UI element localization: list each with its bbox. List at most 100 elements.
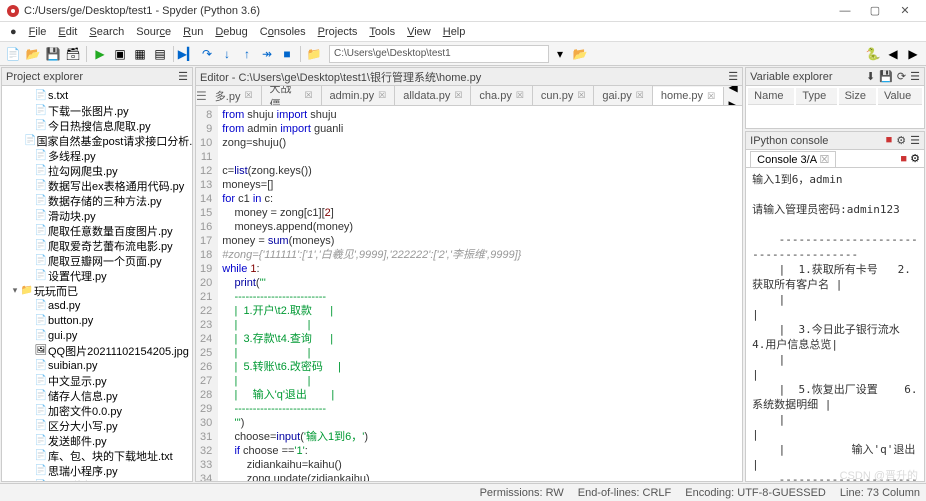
debug-icon[interactable]: ▶▎ [178,45,196,63]
step-in-icon[interactable]: ↓ [218,45,236,63]
menu-help[interactable]: Help [437,24,472,40]
tree-item[interactable]: 📄button.py [2,313,192,328]
tab-close-icon[interactable]: ☒ [378,90,386,101]
editor-options-icon[interactable]: ☰ [728,70,738,83]
stop-debug-icon[interactable]: ■ [278,45,296,63]
tab-close-icon[interactable]: ☒ [304,90,312,101]
tree-item[interactable]: 📄s.txt [2,88,192,103]
open-file-icon[interactable]: 📂 [24,45,42,63]
tree-item[interactable]: 📄爬取任意数量百度图片.py [2,223,192,238]
menu-source[interactable]: Source [130,24,177,40]
ve-import-icon[interactable]: ⬇ [866,70,875,83]
tree-item[interactable]: 📄拉勾网爬虫.py [2,163,192,178]
tree-item[interactable]: 📄数据存储的三种方法.py [2,193,192,208]
console-tab[interactable]: Console 3/A ☒ [750,151,836,167]
tab-close-icon[interactable]: ☒ [244,90,252,101]
tree-item[interactable]: 📄滑动块.py [2,208,192,223]
tree-item[interactable]: 📄asd.py [2,298,192,313]
close-button[interactable]: ✕ [890,1,920,21]
tree-item[interactable]: 📄爬取爱奇艺蕾布流电影.py [2,238,192,253]
tree-item[interactable]: 📄设置代理.py [2,268,192,283]
ipy-stop-icon[interactable]: ■ [886,134,893,147]
continue-icon[interactable]: ↠ [258,45,276,63]
tabs-list-icon[interactable]: ☰ [196,87,207,105]
tree-item[interactable]: 📄gui.py [2,328,192,343]
menu-consoles[interactable]: Consoles [254,24,312,40]
tree-item[interactable]: 🖼QQ图片20211102154205.jpg [2,343,192,358]
run-cell-advance-icon[interactable]: ▦ [131,45,149,63]
console-settings-icon[interactable]: ⚙ [910,153,920,165]
ve-save-icon[interactable]: 💾 [879,70,893,83]
code-content[interactable]: from shuju import shuju from admin impor… [218,106,525,481]
maximize-button[interactable]: ▢ [860,1,890,21]
tab-next-icon[interactable]: ▶ [724,96,742,107]
cwd-icon[interactable]: 📁 [305,45,323,63]
code-editor[interactable]: 8 9 10 11 12 13 14 15 16 17 18 19 20 21 … [196,106,742,481]
tab-close-icon[interactable]: ☒ [707,91,715,102]
variable-table[interactable]: Name Type Size Value [746,86,924,107]
tree-item[interactable]: 📄无限弹窗.py [2,478,192,481]
console-tab-close-icon[interactable]: ☒ [820,154,830,166]
project-tree[interactable]: 📄s.txt📄下载一张图片.py📄今日热搜信息爬取.py📄国家自然基金post请… [2,86,192,481]
editor-tab[interactable]: cha.py☒ [471,86,533,106]
run-cell-icon[interactable]: ▣ [111,45,129,63]
tab-prev-icon[interactable]: ◀ [724,86,742,96]
menu-tools[interactable]: Tools [363,24,401,40]
tree-item[interactable]: 📄储存人信息.py [2,388,192,403]
tab-close-icon[interactable]: ☒ [454,90,462,101]
ipy-menu-icon[interactable]: ☰ [910,134,920,147]
tree-item[interactable]: 📄下载一张图片.py [2,103,192,118]
run-icon[interactable]: ▶ [91,45,109,63]
menu-search[interactable]: Search [83,24,130,40]
editor-tab[interactable]: home.py☒ [653,87,724,107]
menu-view[interactable]: View [401,24,437,40]
tree-item[interactable]: 📄今日热搜信息爬取.py [2,118,192,133]
python-path-icon[interactable]: 🐍 [864,45,882,63]
ve-refresh-icon[interactable]: ⟳ [897,70,906,83]
save-all-icon[interactable]: 🗃 [64,45,82,63]
back-icon[interactable]: ◀ [884,45,902,63]
menu-run[interactable]: Run [177,24,209,40]
forward-icon[interactable]: ▶ [904,45,922,63]
tree-item[interactable]: 📄区分大小写.py [2,418,192,433]
save-icon[interactable]: 💾 [44,45,62,63]
tree-item[interactable]: 📄国家自然基金post请求接口分析.py [2,133,192,148]
editor-tab[interactable]: admin.py☒ [322,86,396,106]
editor-tab[interactable]: cun.py☒ [533,86,595,106]
minimize-button[interactable]: — [830,1,860,21]
editor-tab[interactable]: alldata.py☒ [395,86,471,106]
tree-item[interactable]: 📄数据写出ex表格通用代码.py [2,178,192,193]
editor-tab[interactable]: gai.py☒ [594,86,652,106]
tab-close-icon[interactable]: ☒ [636,90,644,101]
tree-item[interactable]: 📄爬取豆瓣网一个页面.py [2,253,192,268]
tree-item[interactable]: 📄多线程.py [2,148,192,163]
step-over-icon[interactable]: ↷ [198,45,216,63]
browse-icon[interactable]: 📂 [571,45,589,63]
project-explorer-header: Project explorer ☰ [2,68,192,86]
cwd-dropdown-icon[interactable]: ▾ [551,45,569,63]
tree-item[interactable]: 📄suibian.py [2,358,192,373]
console-stop-icon[interactable]: ■ [900,153,907,165]
pe-options-icon[interactable]: ☰ [178,70,188,83]
tree-item[interactable]: 📄库、包、块的下载地址.txt [2,448,192,463]
ve-options-icon[interactable]: ☰ [910,70,920,83]
tree-item[interactable]: 📄中文显示.py [2,373,192,388]
step-out-icon[interactable]: ↑ [238,45,256,63]
tree-item[interactable]: 📄加密文件0.0.py [2,403,192,418]
tree-item[interactable]: ▾📁玩玩而已 [2,283,192,298]
new-file-icon[interactable]: 📄 [4,45,22,63]
cwd-path[interactable]: C:\Users\ge\Desktop\test1 [329,45,549,63]
menu-debug[interactable]: Debug [209,24,253,40]
run-selection-icon[interactable]: ▤ [151,45,169,63]
ipy-options-icon[interactable]: ⚙ [896,134,906,147]
menu-projects[interactable]: Projects [312,24,364,40]
tree-item[interactable]: 📄思瑞小程序.py [2,463,192,478]
tab-close-icon[interactable]: ☒ [577,90,585,101]
menu-edit[interactable]: Edit [52,24,83,40]
tab-close-icon[interactable]: ☒ [516,90,524,101]
menu-file[interactable]: File [23,24,53,40]
console-output[interactable]: 输入1到6，admin 请输入管理员密码:admin123 ----------… [746,168,924,481]
editor-tab[interactable]: 植物大战僵尸.py☒ [262,86,322,106]
tree-item[interactable]: 📄发送邮件.py [2,433,192,448]
editor-tab[interactable]: 多.py☒ [207,86,262,106]
